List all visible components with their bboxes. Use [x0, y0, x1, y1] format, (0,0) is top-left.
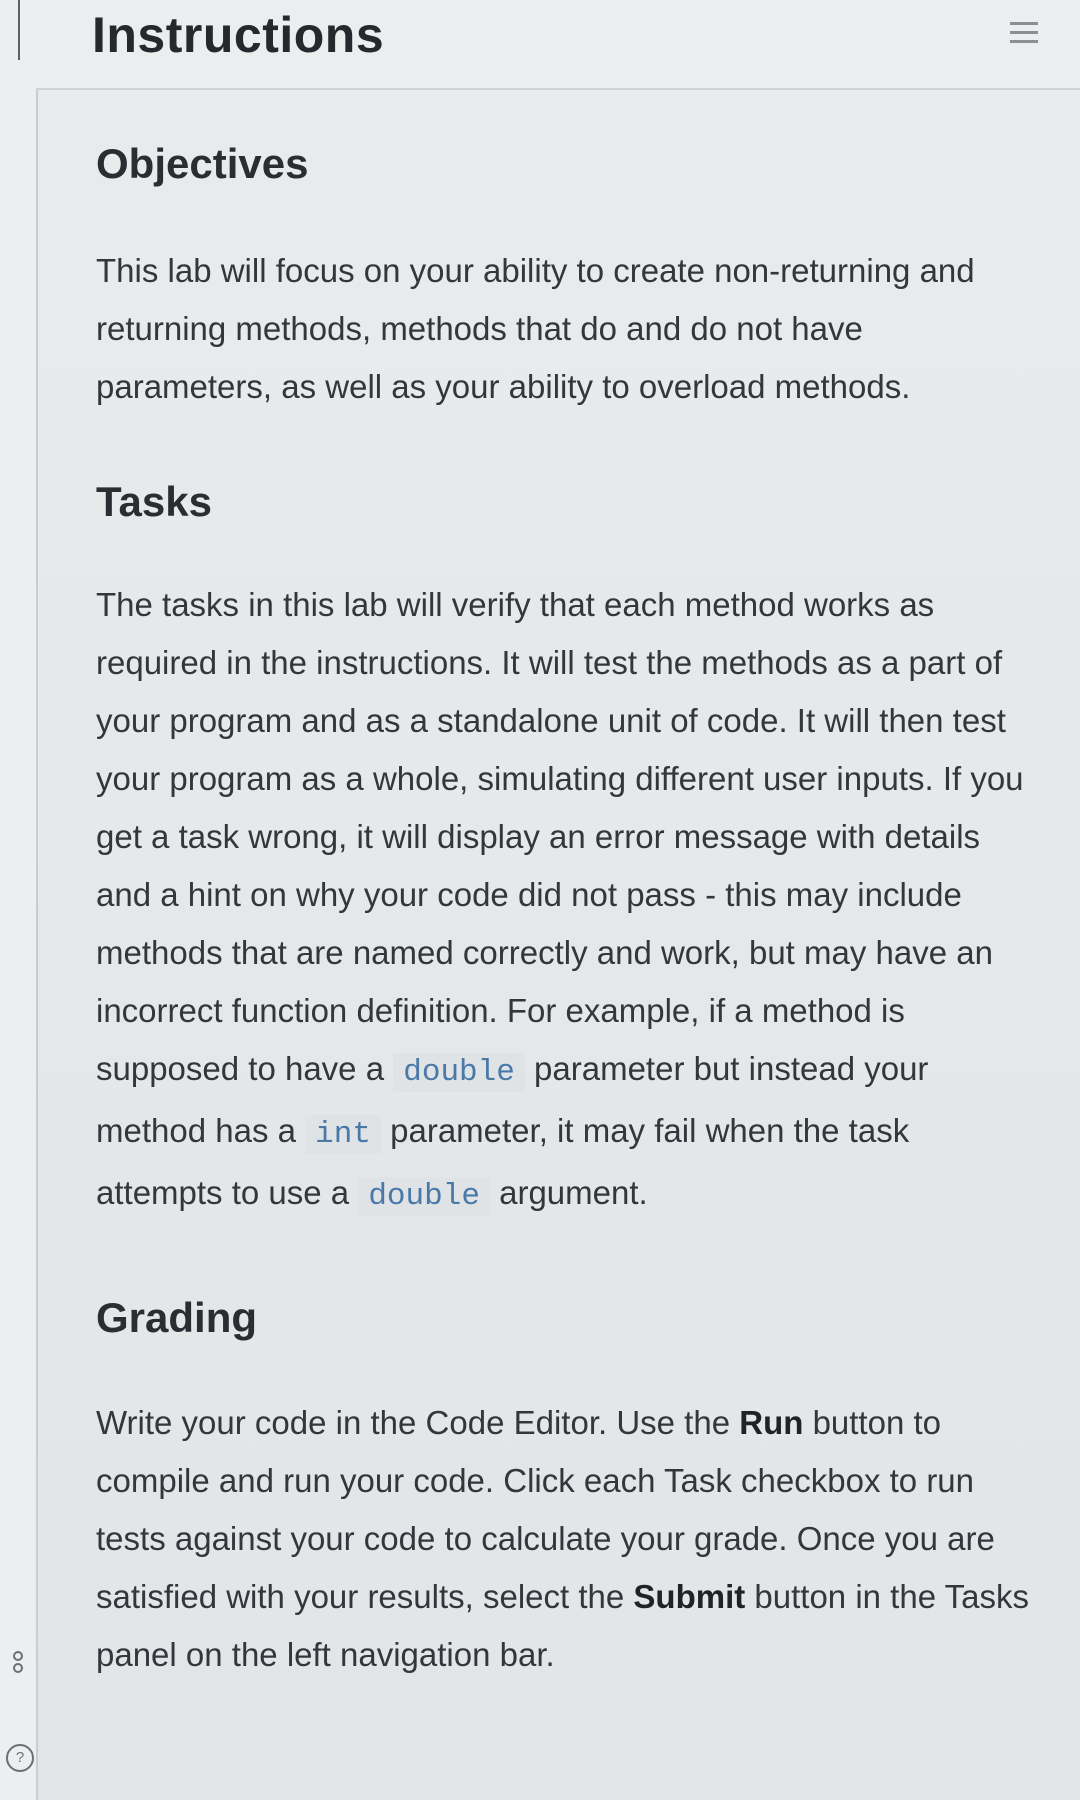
tasks-text-part-1: The tasks in this lab will verify that e… — [96, 586, 1024, 1087]
tasks-heading: Tasks — [96, 478, 212, 525]
tasks-text: The tasks in this lab will verify that e… — [96, 576, 1036, 1226]
instructions-header: Instructions — [36, 0, 1080, 90]
help-circle-icon[interactable]: ? — [6, 1744, 34, 1772]
left-navigation-rail: ? — [0, 0, 38, 1800]
objectives-text: This lab will focus on your ability to c… — [96, 252, 975, 405]
code-double-1: double — [393, 1053, 525, 1092]
code-int: int — [305, 1115, 381, 1154]
run-button-reference: Run — [739, 1404, 804, 1441]
submit-button-reference: Submit — [633, 1578, 746, 1615]
grading-text-part-1: Write your code in the Code Editor. Use … — [96, 1404, 731, 1441]
grading-text: Write your code in the Code Editor. Use … — [96, 1394, 1036, 1684]
code-double-2: double — [358, 1177, 490, 1216]
tasks-text-part-4: argument. — [499, 1174, 648, 1211]
people-icon[interactable] — [8, 1650, 28, 1681]
instructions-screen: ? Instructions Objectives This lab will … — [0, 0, 1080, 1800]
grading-heading: Grading — [96, 1294, 258, 1341]
instructions-content: Objectives This lab will focus on your a… — [96, 140, 1036, 1684]
objectives-heading: Objectives — [96, 140, 309, 187]
page-title: Instructions — [92, 7, 385, 63]
rail-divider — [18, 0, 20, 60]
hamburger-menu-icon[interactable] — [1010, 22, 1038, 50]
